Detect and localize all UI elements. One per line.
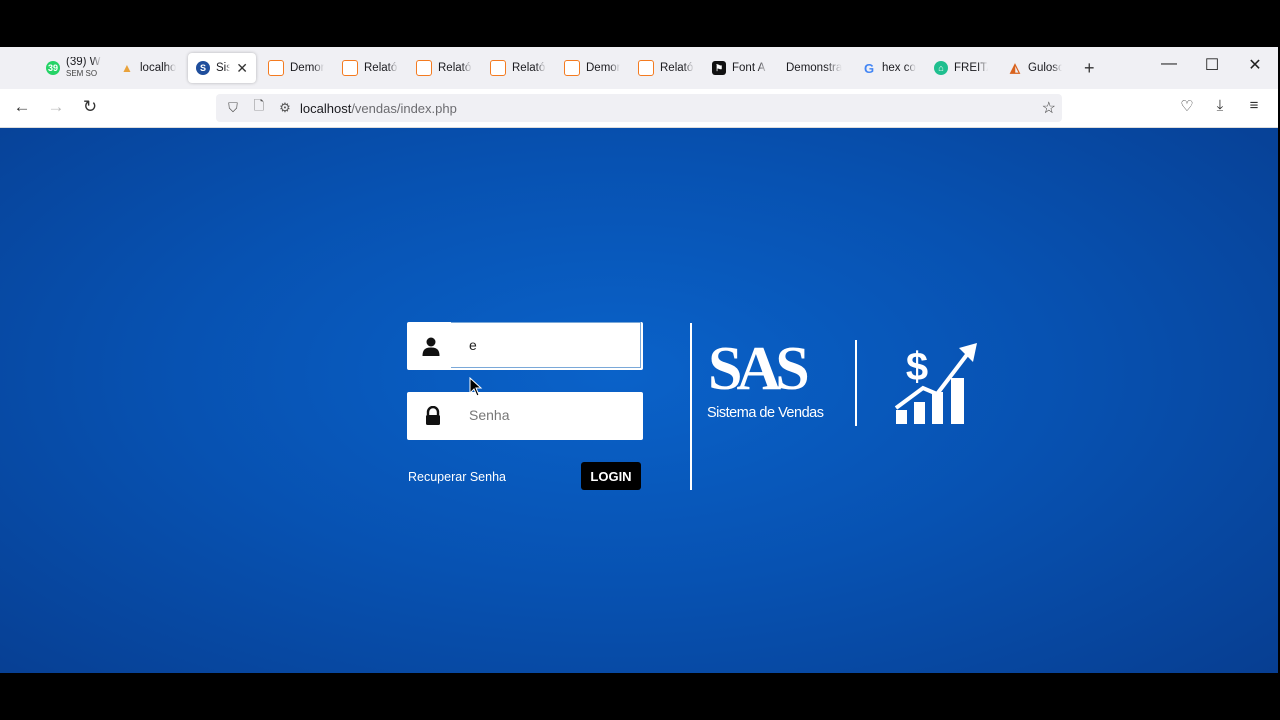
localhost-icon: ▲ <box>121 61 133 75</box>
svg-text:$: $ <box>906 345 928 389</box>
reload-icon[interactable]: ↻ <box>79 97 101 117</box>
password-field <box>407 392 643 440</box>
google-icon: G <box>863 60 875 76</box>
maximize-icon[interactable]: ☐ <box>1192 55 1232 75</box>
url-bar[interactable]: ⛉ 🗋 ⚙ localhost/vendas/index.php ☆ <box>216 94 1062 122</box>
whatsapp-icon: 39 <box>46 61 60 75</box>
menu-icon[interactable]: ≡ <box>1243 97 1265 114</box>
tab-gulosos[interactable]: ◭ Gulosc <box>1008 53 1070 83</box>
url-path: /vendas/index.php <box>351 100 457 116</box>
url-host: localhost <box>300 100 352 116</box>
tab-freitas[interactable]: ⌂ FREITA <box>934 53 994 83</box>
xampp-icon: ⊠ <box>416 60 432 76</box>
brand-title: SAS <box>708 335 810 403</box>
user-icon <box>422 337 440 356</box>
page-icon: 🗋 <box>253 98 265 113</box>
username-field <box>407 322 643 370</box>
pocket-icon[interactable]: ♡ <box>1176 97 1198 115</box>
freitas-icon: ⌂ <box>934 61 948 75</box>
tab-font-awesome[interactable]: ⚑ Font A <box>712 53 774 83</box>
login-page: Recuperar Senha LOGIN SAS Sistema de Ven… <box>0 128 1278 673</box>
sales-growth-chart-icon: $ <box>894 343 977 424</box>
username-input[interactable] <box>451 322 641 368</box>
brand-divider <box>855 340 857 426</box>
tab-strip: 39 (39) W SEM SO ▲ localho S Siste ✕ ⊠ D… <box>0 47 1278 89</box>
sas-icon: S <box>196 61 210 75</box>
xampp-icon: ⊠ <box>490 60 506 76</box>
recover-password-link[interactable]: Recuperar Senha <box>408 470 506 484</box>
vertical-divider <box>690 323 692 490</box>
shield-icon[interactable]: ⛉ <box>224 100 242 116</box>
flag-icon: ⚑ <box>712 61 726 75</box>
tab-relatorio-2[interactable]: ⊠ Relató <box>416 53 476 83</box>
minimize-icon[interactable]: — <box>1149 55 1189 73</box>
forward-arrow-icon[interactable]: → <box>45 97 67 117</box>
pizza-icon: ◭ <box>1010 60 1020 75</box>
brand-subtitle: Sistema de Vendas <box>707 405 824 421</box>
tab-sistema-active[interactable]: S Siste ✕ <box>188 53 256 83</box>
login-button[interactable]: LOGIN <box>581 462 641 490</box>
xampp-icon: ⊠ <box>342 60 358 76</box>
new-tab-button[interactable]: + <box>1084 53 1104 83</box>
mouse-cursor-icon <box>469 377 483 397</box>
tab-demo-2[interactable]: ⊠ Demor <box>564 53 624 83</box>
site-settings-icon[interactable]: ⚙ <box>276 100 294 116</box>
xampp-icon: ⊠ <box>638 60 654 76</box>
tab-hex-color[interactable]: G hex co <box>862 53 920 83</box>
tab-demonstra[interactable]: Demonstra <box>786 53 848 83</box>
tab-whatsapp[interactable]: 39 (39) W SEM SO <box>46 53 108 83</box>
download-icon[interactable]: ⤓ <box>1209 97 1231 114</box>
xampp-icon: ⊠ <box>268 60 284 76</box>
lock-icon <box>426 406 440 425</box>
tab-demo-1[interactable]: ⊠ Demor <box>268 53 328 83</box>
tab-relatorio-1[interactable]: ⊠ Relató <box>342 53 402 83</box>
back-arrow-icon[interactable]: ← <box>11 97 33 117</box>
xampp-icon: ⊠ <box>564 60 580 76</box>
close-tab-icon[interactable]: ✕ <box>236 60 248 77</box>
tab-relatorio-3[interactable]: ⊠ Relató <box>490 53 550 83</box>
navigation-bar: ← → ↻ ⛉ 🗋 ⚙ localhost/vendas/index.php ☆… <box>0 89 1278 128</box>
bookmark-star-icon[interactable]: ☆ <box>1042 98 1056 118</box>
close-window-icon[interactable]: ✕ <box>1235 55 1275 75</box>
tab-localhost[interactable]: ▲ localho <box>120 53 180 83</box>
tab-relatorio-4[interactable]: ⊠ Relató <box>638 53 698 83</box>
password-input[interactable] <box>451 392 641 438</box>
